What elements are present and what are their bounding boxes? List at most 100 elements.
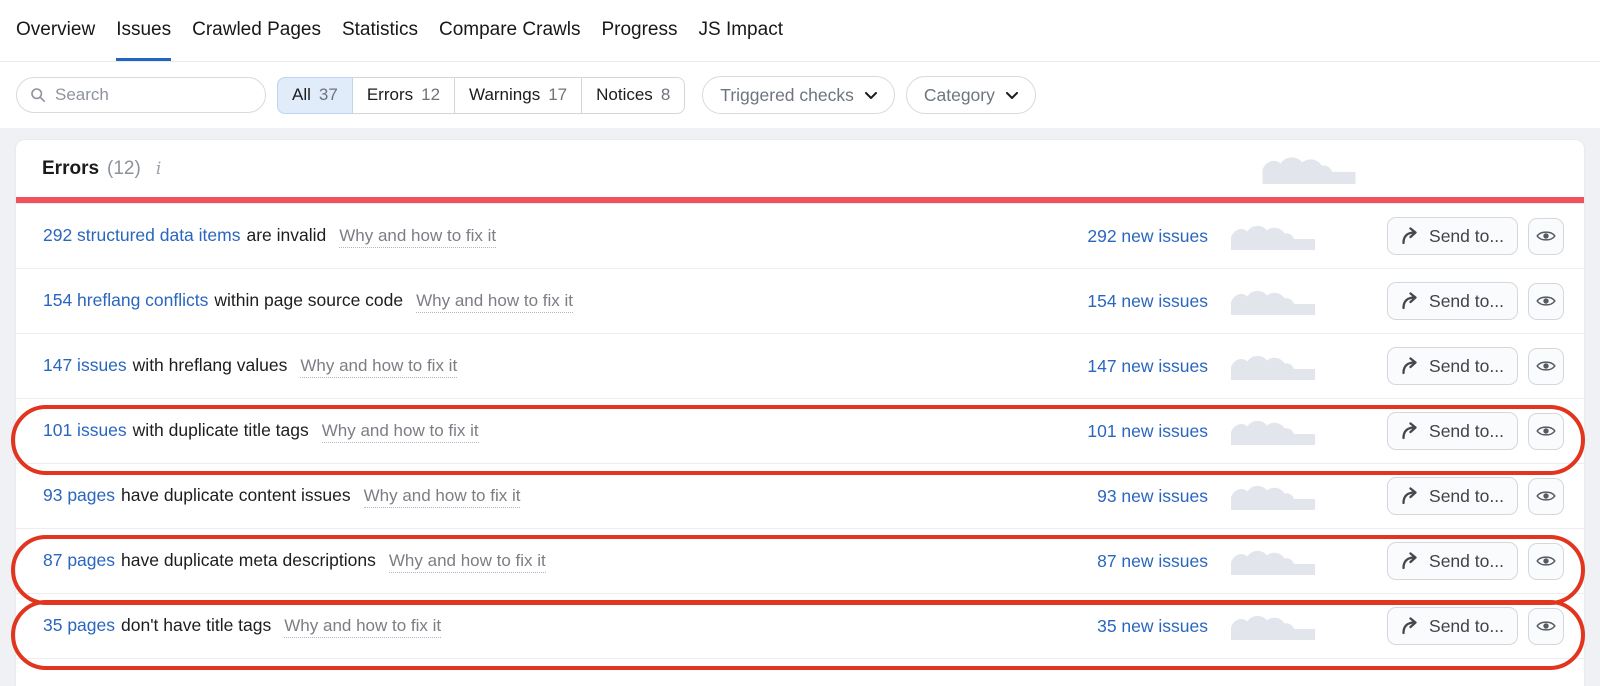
- filter-warnings[interactable]: Warnings 17: [454, 77, 582, 114]
- eye-button[interactable]: [1528, 283, 1564, 320]
- why-how-to-fix-link[interactable]: Why and how to fix it: [364, 486, 521, 508]
- severity-filter: All 37 Errors 12 Warnings 17 Notices 8: [277, 77, 685, 114]
- new-issues-link[interactable]: 101 new issues: [1076, 421, 1208, 442]
- filter-notices[interactable]: Notices 8: [581, 77, 685, 114]
- send-to-button[interactable]: Send to...: [1387, 412, 1518, 450]
- send-to-label: Send to...: [1429, 421, 1504, 442]
- send-to-label: Send to...: [1429, 616, 1504, 637]
- filter-warnings-count: 17: [548, 85, 567, 105]
- send-to-label: Send to...: [1429, 226, 1504, 247]
- issue-count-link[interactable]: 292 structured data items: [43, 225, 240, 246]
- why-how-to-fix-link[interactable]: Why and how to fix it: [322, 421, 479, 443]
- errors-card-header: Errors (12) i: [16, 140, 1584, 197]
- issue-count-link[interactable]: 87 pages: [43, 550, 115, 571]
- issue-text: within page source code: [214, 290, 403, 311]
- issue-description: 147 issues with hreflang values Why and …: [43, 355, 1076, 378]
- send-to-label: Send to...: [1429, 291, 1504, 312]
- filter-errors[interactable]: Errors 12: [352, 77, 455, 114]
- search-box[interactable]: [16, 77, 266, 113]
- tab-crawled-pages[interactable]: Crawled Pages: [192, 0, 321, 61]
- eye-icon: [1536, 489, 1556, 503]
- issue-row: 154 hreflang conflicts within page sourc…: [16, 268, 1584, 333]
- issue-text: have duplicate content issues: [121, 485, 351, 506]
- new-issues-link[interactable]: 93 new issues: [1076, 486, 1208, 507]
- new-issues-link[interactable]: 87 new issues: [1076, 551, 1208, 572]
- skeleton-cloud: [1231, 482, 1315, 510]
- new-issues-link[interactable]: 154 new issues: [1076, 291, 1208, 312]
- tab-progress[interactable]: Progress: [601, 0, 677, 61]
- tab-issues[interactable]: Issues: [116, 0, 171, 61]
- eye-button[interactable]: [1528, 413, 1564, 450]
- send-to-button[interactable]: Send to...: [1387, 477, 1518, 515]
- issue-count-link[interactable]: 154 hreflang conflicts: [43, 290, 208, 311]
- category-dropdown[interactable]: Category: [906, 76, 1036, 114]
- forward-arrow-icon: [1401, 357, 1420, 375]
- send-to-button[interactable]: Send to...: [1387, 282, 1518, 320]
- send-to-button[interactable]: Send to...: [1387, 347, 1518, 385]
- eye-icon: [1536, 229, 1556, 243]
- issue-count-link[interactable]: 93 pages: [43, 485, 115, 506]
- send-to-button[interactable]: Send to...: [1387, 542, 1518, 580]
- send-to-button[interactable]: Send to...: [1387, 607, 1518, 645]
- issue-text: have duplicate meta descriptions: [121, 550, 376, 571]
- issue-description: 154 hreflang conflicts within page sourc…: [43, 290, 1076, 313]
- section-title: Errors: [42, 158, 99, 180]
- issue-row-partial: [16, 658, 1584, 686]
- forward-arrow-icon: [1401, 487, 1420, 505]
- tab-compare-crawls[interactable]: Compare Crawls: [439, 0, 580, 61]
- section-count: (12): [107, 158, 141, 180]
- tab-statistics[interactable]: Statistics: [342, 0, 418, 61]
- eye-icon: [1536, 359, 1556, 373]
- eye-button[interactable]: [1528, 608, 1564, 645]
- filter-notices-count: 8: [661, 85, 670, 105]
- why-how-to-fix-link[interactable]: Why and how to fix it: [300, 356, 457, 378]
- issue-text: don't have title tags: [121, 615, 271, 636]
- issue-row: 292 structured data items are invalid Wh…: [16, 203, 1584, 268]
- eye-button[interactable]: [1528, 348, 1564, 385]
- why-how-to-fix-link[interactable]: Why and how to fix it: [416, 291, 573, 313]
- category-label: Category: [924, 85, 995, 106]
- issue-row: 101 issues with duplicate title tags Why…: [16, 398, 1584, 463]
- send-to-button[interactable]: Send to...: [1387, 217, 1518, 255]
- issue-count-link[interactable]: 101 issues: [43, 420, 127, 441]
- forward-arrow-icon: [1401, 552, 1420, 570]
- search-icon: [30, 87, 46, 103]
- tab-js-impact[interactable]: JS Impact: [699, 0, 783, 61]
- issue-count-link[interactable]: 147 issues: [43, 355, 127, 376]
- issue-text: are invalid: [246, 225, 326, 246]
- issue-description: 87 pages have duplicate meta description…: [43, 550, 1076, 573]
- forward-arrow-icon: [1401, 422, 1420, 440]
- filter-all-count: 37: [319, 85, 338, 105]
- eye-button[interactable]: [1528, 218, 1564, 255]
- issue-description: 101 issues with duplicate title tags Why…: [43, 420, 1076, 443]
- issue-count-link[interactable]: 35 pages: [43, 615, 115, 636]
- eye-button[interactable]: [1528, 543, 1564, 580]
- search-input[interactable]: [55, 85, 252, 105]
- why-how-to-fix-link[interactable]: Why and how to fix it: [389, 551, 546, 573]
- new-issues-link[interactable]: 292 new issues: [1076, 226, 1208, 247]
- eye-icon: [1536, 619, 1556, 633]
- send-to-label: Send to...: [1429, 551, 1504, 572]
- skeleton-cloud: [1261, 153, 1357, 184]
- why-how-to-fix-link[interactable]: Why and how to fix it: [284, 616, 441, 638]
- issue-row: 93 pages have duplicate content issues W…: [16, 463, 1584, 528]
- filter-errors-label: Errors: [367, 85, 413, 105]
- forward-arrow-icon: [1401, 227, 1420, 245]
- triggered-checks-dropdown[interactable]: Triggered checks: [702, 76, 895, 114]
- issue-description: 292 structured data items are invalid Wh…: [43, 225, 1076, 248]
- new-issues-link[interactable]: 35 new issues: [1076, 616, 1208, 637]
- skeleton-cloud: [1231, 352, 1315, 380]
- send-to-label: Send to...: [1429, 356, 1504, 377]
- skeleton-cloud: [1231, 287, 1315, 315]
- filter-all[interactable]: All 37: [277, 77, 353, 114]
- eye-icon: [1536, 294, 1556, 308]
- info-icon[interactable]: i: [156, 159, 161, 179]
- new-issues-link[interactable]: 147 new issues: [1076, 356, 1208, 377]
- why-how-to-fix-link[interactable]: Why and how to fix it: [339, 226, 496, 248]
- tab-overview[interactable]: Overview: [16, 0, 95, 61]
- skeleton-cloud: [1231, 417, 1315, 445]
- eye-button[interactable]: [1528, 478, 1564, 515]
- issue-description: 93 pages have duplicate content issues W…: [43, 485, 1076, 508]
- issue-row: 35 pages don't have title tags Why and h…: [16, 593, 1584, 658]
- issue-row: 87 pages have duplicate meta description…: [16, 528, 1584, 593]
